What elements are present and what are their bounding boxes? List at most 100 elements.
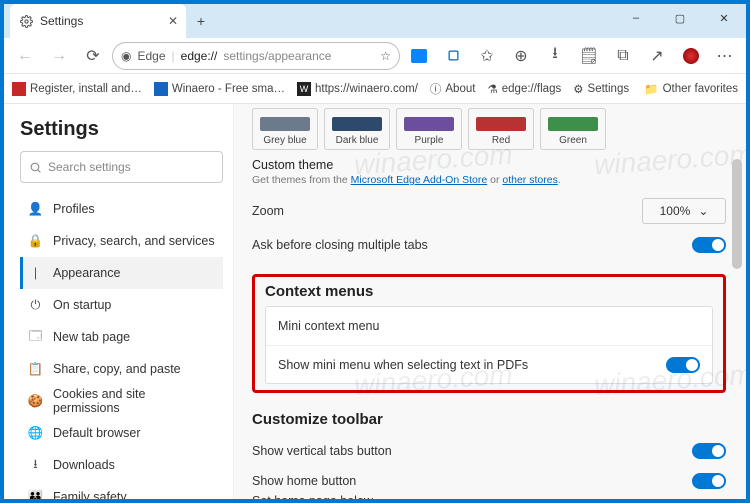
ext-icon-1[interactable] [404,41,434,71]
context-menus-title: Context menus [265,283,713,300]
color-swatch-dark-blue[interactable]: Dark blue [324,108,390,150]
sidebar-item-new-tab-page[interactable]: 🗔 New tab page [20,321,223,353]
settings-title: Settings [20,118,223,141]
nav-icon: 👤 [28,202,43,217]
sidebar-item-share-copy-and-paste[interactable]: 📋 Share, copy, and paste [20,353,223,385]
color-swatch-purple[interactable]: Purple [396,108,462,150]
ask-close-tabs-label: Ask before closing multiple tabs [252,238,428,252]
window-close-button[interactable]: ✕ [702,4,746,32]
nav-icon: 🔒 [28,234,43,249]
bookmark-3[interactable]: Whttps://winaero.com/ [297,82,418,96]
mini-menu-pdf-row: Show mini menu when selecting text in PD… [266,345,712,383]
zoom-dropdown[interactable]: 100% ⌄ [642,198,726,224]
sidebar-item-label: Family safety [53,490,127,499]
custom-theme-label: Custom theme [252,158,726,172]
minimize-button[interactable]: – [614,4,658,32]
profile-icon[interactable] [676,41,706,71]
main-panel: winaero.com winaero.com winaero.com wina… [234,104,746,499]
context-menus-section: Context menus Mini context menu Show min… [252,274,726,393]
custom-theme-sub: Get themes from the Microsoft Edge Add-O… [252,174,726,186]
nav-icon: 🍪 [28,394,43,409]
other-stores-link[interactable]: other stores [502,174,557,186]
chevron-down-icon: ⌄ [698,204,708,218]
content: Settings Search settings 👤 Profiles 🔒 Priva… [4,104,746,499]
home-button-label: Show home button [252,474,356,488]
color-swatch-red[interactable]: Red [468,108,534,150]
gear-icon [18,13,34,29]
nav-icon: 🌐 [28,426,43,441]
browser-tab[interactable]: Settings ✕ [10,4,186,38]
nav-icon: 📋 [28,362,43,377]
addon-store-link[interactable]: Microsoft Edge Add-On Store [351,174,488,186]
edge-icon: ◉ [121,49,131,63]
sidebar-item-cookies-and-site-permissions[interactable]: 🍪 Cookies and site permissions [20,385,223,417]
maximize-button[interactable]: ▢ [658,4,702,32]
bookmark-2[interactable]: Winaero - Free sma… [154,82,285,96]
mini-menu-pdf-toggle[interactable] [666,357,700,373]
bookmarks-bar: Register, install and… Winaero - Free sm… [4,74,746,104]
search-icon [29,161,42,174]
favorites-icon[interactable]: ✩ [472,41,502,71]
scroll-thumb[interactable] [732,159,742,269]
sidebar-item-privacy-search-and-services[interactable]: 🔒 Privacy, search, and services [20,225,223,257]
ext-icon-2[interactable] [438,41,468,71]
address-prefix: Edge [137,49,165,63]
sidebar-item-label: Default browser [53,426,141,440]
bookmark-1[interactable]: Register, install and… [12,82,142,96]
mini-context-menu-row[interactable]: Mini context menu [266,307,712,345]
sidebar-item-default-browser[interactable]: 🌐 Default browser [20,417,223,449]
favorite-star-icon[interactable]: ☆ [380,49,391,63]
collections-icon[interactable]: ⊕ [506,41,536,71]
nav-icon: ⭳ [28,458,43,473]
color-swatches: Grey blueDark bluePurpleRedGreen [252,108,726,150]
new-tab-button[interactable]: + [186,13,216,29]
refresh-button[interactable]: ⟳ [78,41,108,71]
downloads-icon[interactable]: ⭳ [540,41,570,71]
address-protocol: edge:// [181,49,218,63]
sidebar-item-downloads[interactable]: ⭳Downloads [20,449,223,481]
settings-sidebar: Settings Search settings 👤 Profiles 🔒 Priva… [4,104,234,499]
sidebar-item-label: Privacy, search, and services [53,234,215,248]
nav-icon: 🗔 [28,330,43,345]
sidebar-item-label: Share, copy, and paste [53,362,181,376]
customize-toolbar-title: Customize toolbar [252,411,726,428]
back-button[interactable]: ← [10,41,40,71]
titlebar: Settings ✕ + – ▢ ✕ [4,4,746,38]
ask-close-tabs-toggle[interactable] [692,237,726,253]
tab-title: Settings [40,14,83,28]
scrollbar[interactable] [730,104,744,499]
search-input[interactable]: Search settings [20,151,223,183]
address-bar[interactable]: ◉ Edge | edge://settings/appearance ☆ [112,42,400,70]
home-button-toggle[interactable] [692,473,726,489]
home-sub: Set home page below [252,494,726,499]
tab-close-icon[interactable]: ✕ [168,14,178,28]
sidebar-item-appearance[interactable]: |Appearance [20,257,223,289]
sidebar-item-label: Profiles [53,202,95,216]
share-icon[interactable]: ↗ [642,41,672,71]
ext-icon-3[interactable]: 🗒 [574,41,604,71]
vertical-tabs-toggle[interactable] [692,443,726,459]
bookmark-5[interactable]: ⚗edge://flags [487,82,561,96]
forward-button[interactable]: → [44,41,74,71]
nav-icon: ⏻ [28,298,43,313]
address-path: settings/appearance [223,49,331,63]
nav-icon: | [28,266,43,281]
toolbar: ← → ⟳ ◉ Edge | edge://settings/appearanc… [4,38,746,74]
sidebar-item-label: On startup [53,298,111,312]
color-swatch-green[interactable]: Green [540,108,606,150]
extensions-icon[interactable]: ⧉ [608,41,638,71]
sidebar-item-profiles[interactable]: 👤 Profiles [20,193,223,225]
vertical-tabs-label: Show vertical tabs button [252,444,392,458]
search-placeholder: Search settings [48,160,131,174]
sidebar-item-on-startup[interactable]: ⏻ On startup [20,289,223,321]
other-favorites[interactable]: 📁Other favorites [644,82,738,96]
sidebar-item-label: New tab page [53,330,130,344]
sidebar-item-family-safety[interactable]: 👪 Family safety [20,481,223,499]
color-swatch-grey-blue[interactable]: Grey blue [252,108,318,150]
zoom-label: Zoom [252,204,284,218]
nav-icon: 👪 [28,490,43,500]
bookmark-4[interactable]: ⓘAbout [430,81,476,97]
menu-button[interactable]: ⋯ [710,41,740,71]
bookmark-6[interactable]: ⚙Settings [573,82,629,96]
sidebar-item-label: Cookies and site permissions [53,387,215,415]
